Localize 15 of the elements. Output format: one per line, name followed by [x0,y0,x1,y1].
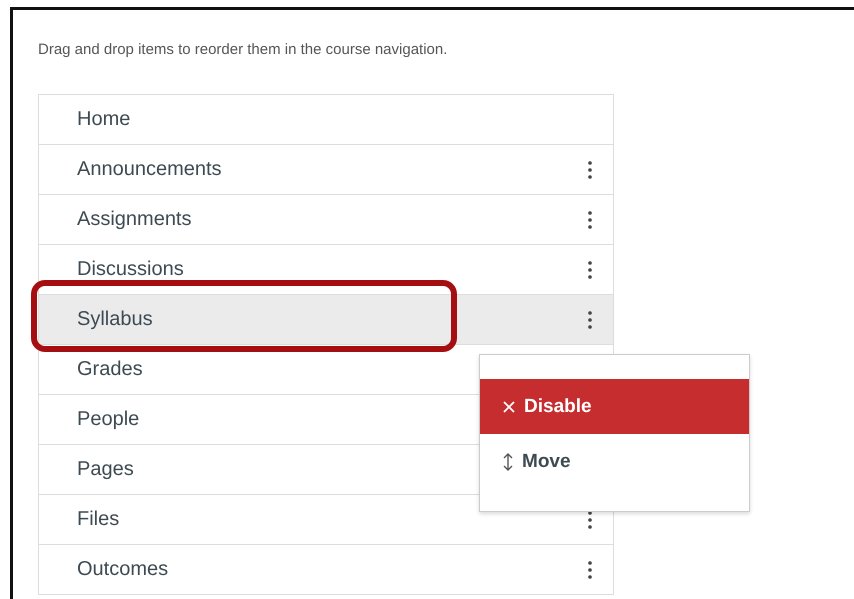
instructions-text: Drag and drop items to reorder them in the course navigation. [38,41,448,58]
nav-item[interactable]: Assignments [39,195,613,245]
nav-item[interactable]: Home [39,95,613,145]
kebab-menu-icon[interactable] [587,310,593,330]
menu-item[interactable]: Disable [480,379,749,434]
close-icon [502,400,516,414]
up-down-arrow-icon [502,452,514,472]
kebab-menu-icon[interactable] [587,160,593,180]
kebab-menu-icon[interactable] [587,210,593,230]
kebab-menu-icon[interactable] [587,260,593,280]
kebab-menu-icon[interactable] [587,560,593,580]
nav-item[interactable]: Outcomes [39,545,613,595]
kebab-menu-icon[interactable] [587,510,593,530]
nav-item[interactable]: Announcements [39,145,613,195]
nav-item[interactable]: Syllabus [39,295,613,345]
